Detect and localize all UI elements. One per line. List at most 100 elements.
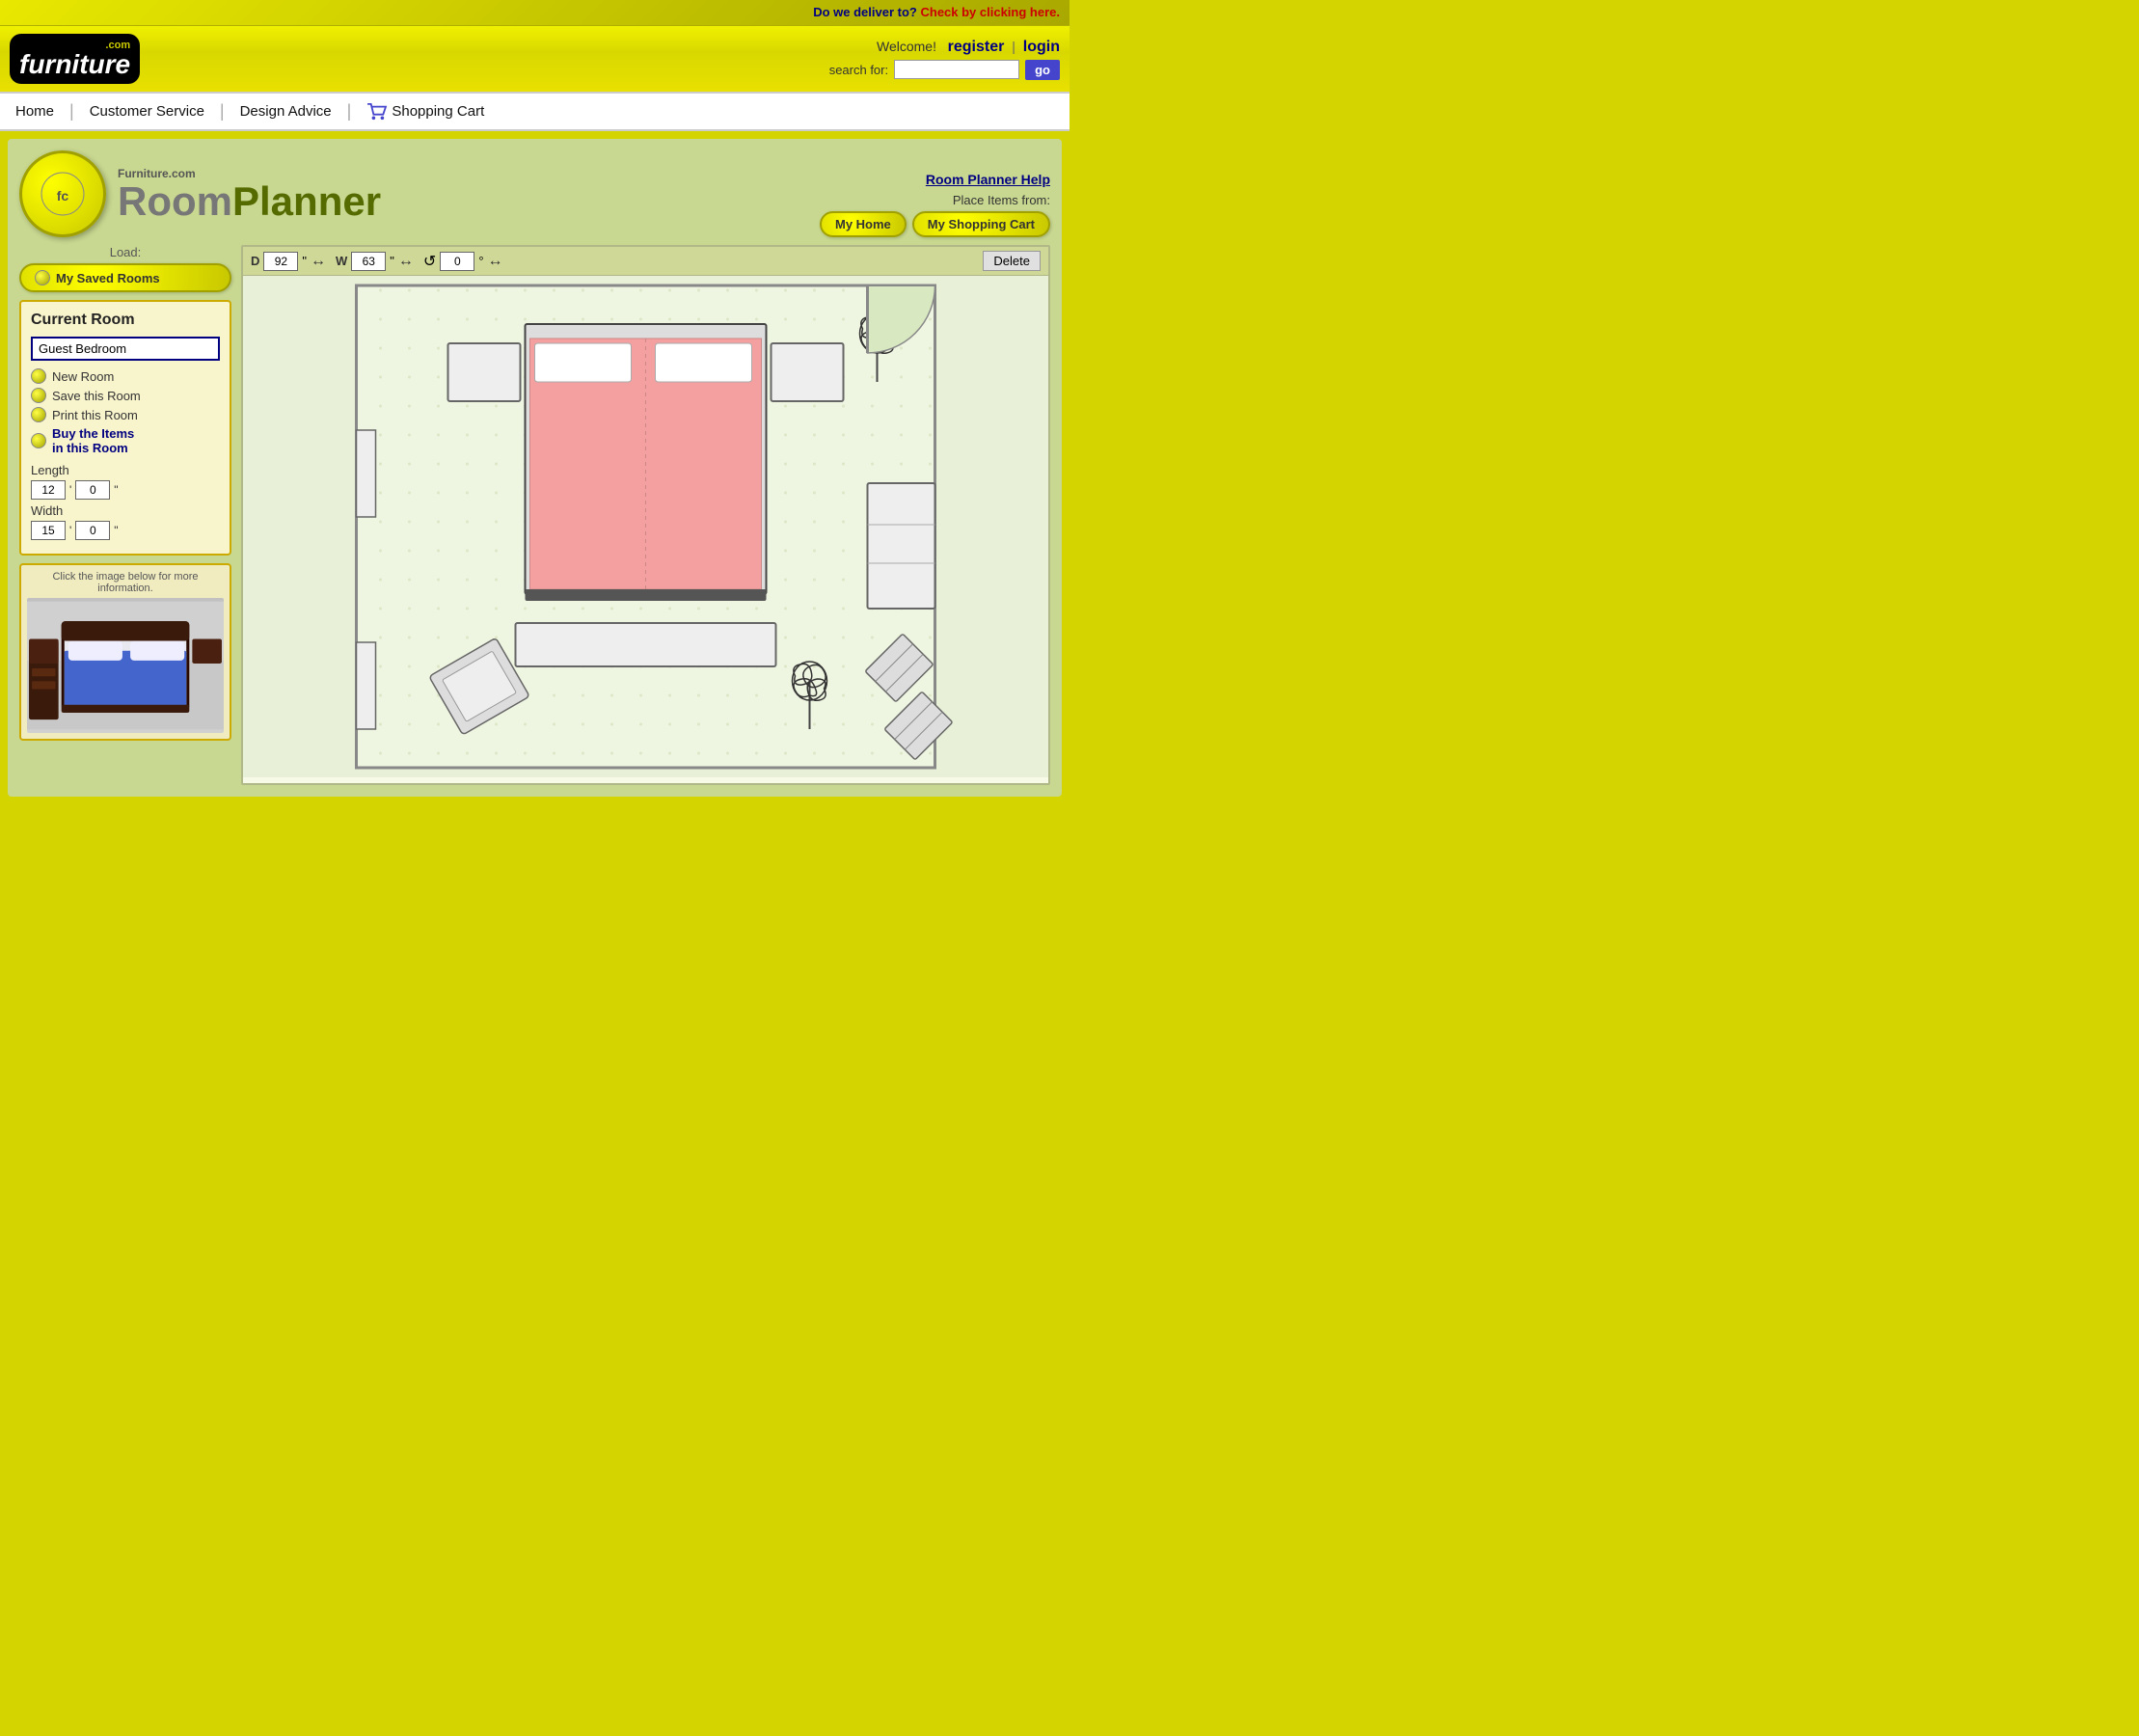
main-content: fc Furniture.com Room Planner Room Plann…	[8, 139, 1062, 797]
new-room-label: New Room	[52, 369, 114, 384]
width-label-toolbar: W	[336, 254, 347, 268]
furniture-logo-icon: fc	[39, 170, 87, 218]
rotation-input[interactable]	[440, 252, 474, 271]
room-name-input[interactable]	[31, 337, 220, 361]
current-room-box: Current Room New Room Save this Room Pri…	[19, 300, 231, 556]
nav-shopping-cart[interactable]: Shopping Cart	[351, 103, 500, 121]
depth-label: D	[251, 254, 259, 268]
nav-design-advice[interactable]: Design Advice	[225, 103, 347, 120]
depth-input[interactable]	[263, 252, 298, 271]
length-in-unit: "	[114, 483, 118, 497]
planner-right: Room Planner Help Place Items from: My H…	[820, 172, 1050, 237]
length-label: Length	[31, 463, 220, 477]
planner-title-text: Furniture.com Room Planner	[118, 166, 381, 222]
header-auth: Welcome! register | login	[877, 39, 1060, 56]
rotation-group: ↺ ° ↔	[423, 252, 503, 271]
room-dimensions: Length ' " Width ' "	[31, 463, 220, 540]
width-input[interactable]	[351, 252, 386, 271]
length-row: ' "	[31, 480, 220, 500]
image-panel-label: Click the image below for more informati…	[27, 571, 224, 594]
length-ft-unit: '	[69, 483, 71, 497]
rotation-arrow: ↔	[488, 253, 503, 270]
nav-home[interactable]: Home	[15, 103, 69, 120]
my-home-button[interactable]: My Home	[820, 211, 907, 237]
width-unit: "	[390, 254, 394, 268]
width-ft-unit: '	[69, 524, 71, 537]
floor-plan-svg	[243, 276, 1048, 777]
planner-header: fc Furniture.com Room Planner Room Plann…	[19, 150, 1050, 237]
planner-logo-room: Room	[118, 181, 232, 222]
cart-icon	[366, 103, 388, 121]
pipe-sep: |	[1012, 39, 1015, 54]
place-items-label: Place Items from:	[820, 193, 1050, 207]
search-go-button[interactable]: go	[1025, 60, 1060, 80]
width-ft-input[interactable]	[31, 521, 66, 540]
room-canvas[interactable]: D " ↔ W " ↔ ↺ ° ↔ Delete	[241, 245, 1050, 785]
saved-rooms-button[interactable]: My Saved Rooms	[19, 263, 231, 292]
depth-unit: "	[302, 254, 307, 268]
delivery-text: Do we deliver to? Check by clicking here…	[813, 5, 1060, 19]
my-cart-button[interactable]: My Shopping Cart	[912, 211, 1050, 237]
login-link[interactable]: login	[1023, 39, 1060, 55]
width-arrow: ↔	[398, 253, 414, 270]
nav-bar: Home | Customer Service | Design Advice …	[0, 92, 1070, 131]
header: .com furniture Welcome! register | login…	[0, 26, 1070, 92]
nav-customer-service[interactable]: Customer Service	[74, 103, 220, 120]
depth-arrow: ↔	[311, 253, 326, 270]
current-room-title: Current Room	[31, 312, 220, 329]
print-room-label: Print this Room	[52, 408, 138, 422]
load-label: Load:	[19, 245, 231, 259]
room-floor[interactable]	[243, 276, 1048, 777]
width-label: Width	[31, 503, 220, 518]
logo-box: .com furniture	[10, 34, 140, 84]
logo-furniture: furniture	[19, 49, 130, 79]
length-ft-input[interactable]	[31, 480, 66, 500]
register-link[interactable]: register	[948, 39, 1005, 55]
header-search: search for: go	[829, 60, 1060, 80]
saved-rooms-icon	[35, 270, 50, 285]
svg-text:fc: fc	[57, 188, 69, 203]
place-items-buttons: My Home My Shopping Cart	[820, 211, 1050, 237]
new-room-action[interactable]: New Room	[31, 368, 220, 384]
search-label: search for:	[829, 63, 888, 77]
content-row: Load: My Saved Rooms Current Room New Ro…	[19, 245, 1050, 785]
width-row: ' "	[31, 521, 220, 540]
rotate-icon[interactable]: ↺	[423, 252, 436, 271]
image-panel[interactable]: Click the image below for more informati…	[19, 563, 231, 741]
save-room-icon	[31, 388, 46, 403]
print-room-action[interactable]: Print this Room	[31, 407, 220, 422]
top-bar: Do we deliver to? Check by clicking here…	[0, 0, 1070, 26]
buy-items-icon	[31, 433, 46, 448]
save-room-label: Save this Room	[52, 389, 141, 403]
delivery-question: Do we deliver to?	[813, 5, 917, 19]
buy-items-action[interactable]: Buy the Items in this Room	[31, 426, 220, 455]
left-panel: Load: My Saved Rooms Current Room New Ro…	[19, 245, 231, 741]
save-room-action[interactable]: Save this Room	[31, 388, 220, 403]
width-group: W " ↔	[336, 252, 414, 271]
logo-area: .com furniture	[10, 34, 148, 84]
width-in-input[interactable]	[75, 521, 110, 540]
print-room-icon	[31, 407, 46, 422]
search-input[interactable]	[894, 60, 1019, 79]
planner-logo: fc Furniture.com Room Planner	[19, 150, 381, 237]
planner-logo-circle: fc	[19, 150, 106, 237]
depth-group: D " ↔	[251, 252, 326, 271]
welcome-text: Welcome!	[877, 39, 936, 54]
bed-preview-svg	[27, 598, 224, 733]
rotation-unit: °	[478, 254, 483, 268]
load-section: Load: My Saved Rooms	[19, 245, 231, 292]
saved-rooms-label: My Saved Rooms	[56, 271, 160, 285]
canvas-toolbar: D " ↔ W " ↔ ↺ ° ↔ Delete	[243, 247, 1048, 276]
bottom-strip	[0, 804, 1070, 833]
length-in-input[interactable]	[75, 480, 110, 500]
shopping-cart-label: Shopping Cart	[392, 103, 484, 120]
room-actions: New Room Save this Room Print this Room …	[31, 368, 220, 455]
planner-help-link[interactable]: Room Planner Help	[820, 172, 1050, 187]
planner-logo-planner: Planner	[232, 181, 381, 222]
delete-button[interactable]: Delete	[983, 251, 1041, 271]
delivery-link[interactable]: Check by clicking here.	[920, 5, 1060, 19]
header-right: Welcome! register | login search for: go	[829, 39, 1060, 80]
furniture-preview[interactable]	[27, 598, 224, 733]
buy-items-label: Buy the Items in this Room	[52, 426, 134, 455]
width-in-unit: "	[114, 524, 118, 537]
